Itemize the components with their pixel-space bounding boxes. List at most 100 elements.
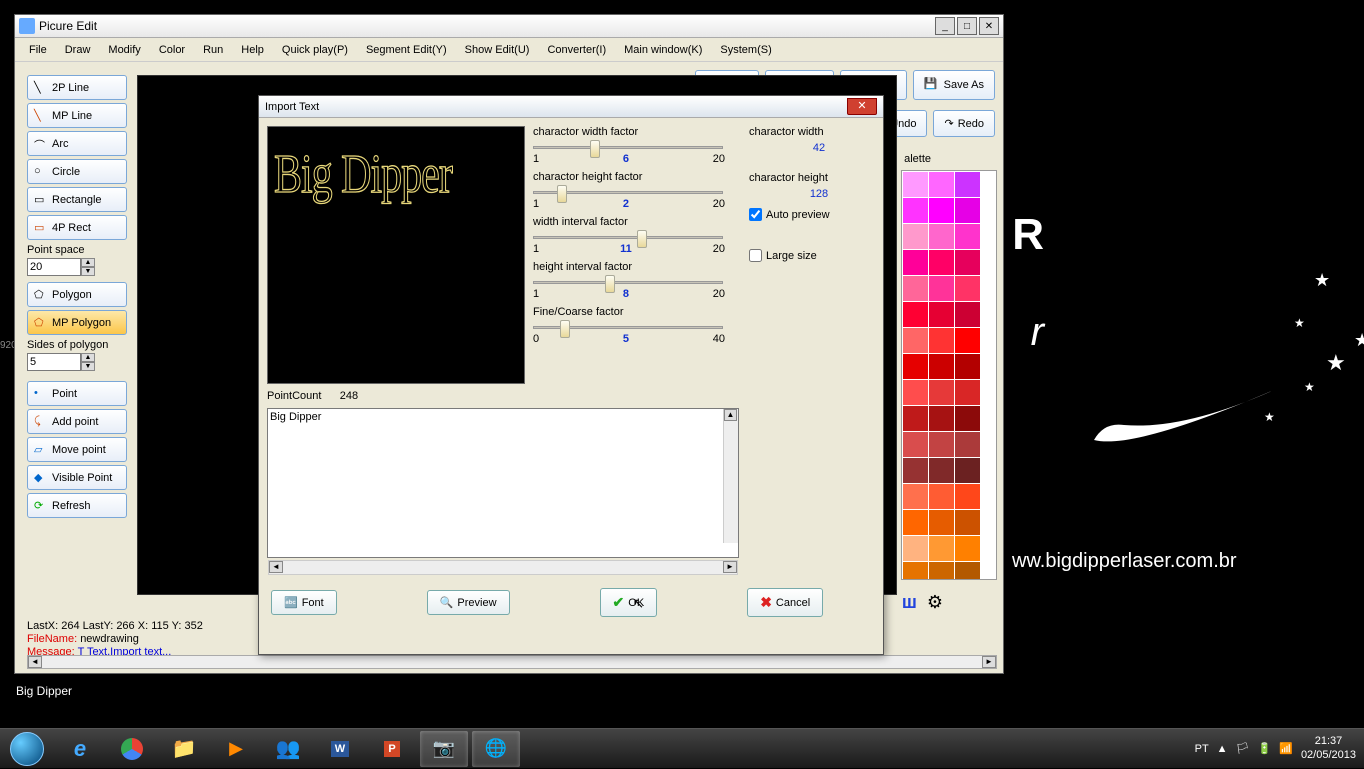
palette-color[interactable] [903,172,928,197]
slider-track[interactable] [533,236,723,239]
menu-converter[interactable]: Converter(I) [539,42,614,58]
palette-color[interactable] [955,380,980,405]
tool-mp-line[interactable]: ╲MP Line [27,103,127,128]
palette-color[interactable] [903,458,928,483]
palette-color[interactable] [929,536,954,561]
palette-color[interactable] [903,302,928,327]
spin-down[interactable]: ▼ [81,267,95,276]
palette-color[interactable] [955,224,980,249]
palette-color[interactable] [955,250,980,275]
palette-color[interactable] [929,432,954,457]
task-ie[interactable]: e [56,731,104,767]
palette-color[interactable] [929,510,954,535]
saveas-button[interactable]: 💾Save As [913,70,995,100]
tool-refresh[interactable]: ⟳Refresh [27,493,127,518]
scroll-right[interactable]: ► [723,561,737,573]
redo-button[interactable]: ↷Redo [933,110,995,137]
slider-thumb[interactable] [557,185,567,203]
task-app[interactable]: 🌐 [472,731,520,767]
menu-system[interactable]: System(S) [712,42,779,58]
pointspace-input[interactable] [27,258,81,276]
palette-color[interactable] [903,276,928,301]
task-camera[interactable]: 📷 [420,731,468,767]
task-people[interactable]: 👥 [264,731,312,767]
task-media[interactable]: ▶ [212,731,260,767]
palette-color[interactable] [929,328,954,353]
scroll-right[interactable]: ► [982,656,996,668]
tool-rectangle[interactable]: ▭Rectangle [27,187,127,212]
font-button[interactable]: 🔤Font [271,590,337,615]
palette-color[interactable] [903,406,928,431]
text-scroll-h[interactable]: ◄ ► [268,560,738,575]
palette-color[interactable] [929,406,954,431]
task-explorer[interactable]: 📁 [160,731,208,767]
palette-color[interactable] [955,484,980,509]
battery-icon[interactable]: 🔋 [1258,742,1272,755]
slider-thumb[interactable] [605,275,615,293]
palette-color[interactable] [929,172,954,197]
palette-color[interactable] [955,302,980,327]
palette-color[interactable] [903,510,928,535]
tool-polygon[interactable]: ⬠Polygon [27,282,127,307]
horizontal-scrollbar[interactable]: ◄ ► [27,655,997,669]
palette-color[interactable] [929,562,954,580]
palette-color[interactable] [955,432,980,457]
menu-quickplay[interactable]: Quick play(P) [274,42,356,58]
menu-file[interactable]: File [21,42,55,58]
slider-thumb[interactable] [637,230,647,248]
largesize-input[interactable] [749,249,762,262]
palette-color[interactable] [955,406,980,431]
scroll-left[interactable]: ◄ [269,561,283,573]
sides-input[interactable] [27,353,81,371]
menu-showedit[interactable]: Show Edit(U) [457,42,538,58]
palette-color[interactable] [903,562,928,580]
tray-up-icon[interactable]: ▲ [1217,743,1228,755]
task-word[interactable]: W [316,731,364,767]
palette-color[interactable] [903,224,928,249]
palette-color[interactable] [903,536,928,561]
tool-circle[interactable]: ○Circle [27,159,127,184]
icon-1[interactable]: ш [902,592,917,613]
menu-segmentedit[interactable]: Segment Edit(Y) [358,42,455,58]
menu-color[interactable]: Color [151,42,193,58]
scroll-up[interactable]: ▲ [724,409,737,421]
task-chrome[interactable] [108,731,156,767]
palette-color[interactable] [955,458,980,483]
menu-mainwindow[interactable]: Main window(K) [616,42,710,58]
autopreview-input[interactable] [749,208,762,221]
wifi-icon[interactable]: 📶 [1279,742,1293,755]
slider-track[interactable] [533,326,723,329]
icon-2[interactable]: ⚙ [927,592,943,613]
palette-color[interactable] [929,224,954,249]
slider-thumb[interactable] [560,320,570,338]
menu-modify[interactable]: Modify [100,42,148,58]
ok-button[interactable]: ✔ OK ↖ [600,588,658,617]
palette-color[interactable] [929,302,954,327]
tool-arc[interactable]: ⌒Arc [27,131,127,156]
largesize-checkbox[interactable]: Large size [749,249,889,262]
slider-track[interactable] [533,146,723,149]
spin-up[interactable]: ▲ [81,258,95,267]
preview-button[interactable]: 🔍Preview [427,590,510,615]
slider-thumb[interactable] [590,140,600,158]
palette-color[interactable] [929,380,954,405]
palette-color[interactable] [955,536,980,561]
palette-color[interactable] [929,484,954,509]
spin-down[interactable]: ▼ [81,362,95,371]
palette-color[interactable] [955,198,980,223]
palette-color[interactable] [903,380,928,405]
close-button[interactable]: ✕ [979,17,999,35]
palette-color[interactable] [955,172,980,197]
menu-run[interactable]: Run [195,42,231,58]
palette-color[interactable] [955,328,980,353]
tool-2p-line[interactable]: ╲2P Line [27,75,127,100]
palette-color[interactable] [903,250,928,275]
palette-color[interactable] [903,328,928,353]
lang-indicator[interactable]: PT [1195,743,1209,755]
palette-color[interactable] [903,354,928,379]
palette-color[interactable] [903,484,928,509]
palette-color[interactable] [903,198,928,223]
tool-visible-point[interactable]: ◆Visible Point [27,465,127,490]
slider-track[interactable] [533,281,723,284]
tool-mp-polygon[interactable]: ⬠MP Polygon [27,310,127,335]
